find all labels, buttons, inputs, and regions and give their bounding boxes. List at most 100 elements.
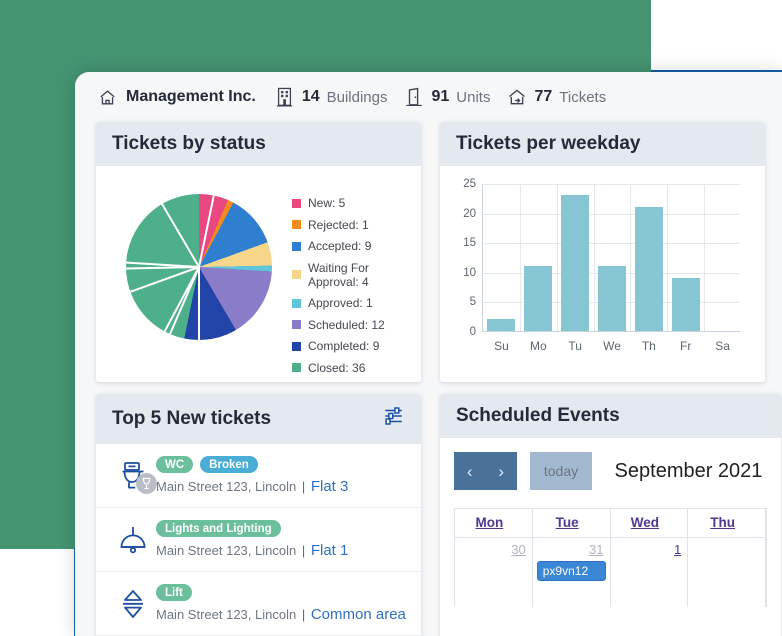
x-axis-tick: Fr: [680, 339, 692, 353]
card-body: 0 5 10 15 20 25 Su Mo Tu We Th Fr Sa: [440, 166, 765, 378]
stat-units[interactable]: 91 Units: [404, 86, 490, 108]
calendar-day-cell[interactable]: 30: [455, 538, 533, 607]
calendar-day-header[interactable]: Mon: [455, 509, 533, 537]
ticket-tag[interactable]: Lights and Lighting: [156, 520, 281, 537]
calendar-header-row: Mon Tue Wed Thu: [455, 509, 766, 537]
ticket-unit[interactable]: Flat 3: [311, 478, 349, 495]
ticket-tag[interactable]: Lift: [156, 584, 192, 601]
card-header: Tickets per weekday: [440, 122, 765, 166]
card-title: Top 5 New tickets: [112, 408, 272, 429]
stat-buildings-label: Buildings: [326, 88, 388, 106]
legend-item[interactable]: Rejected: 1: [292, 218, 413, 232]
bar[interactable]: [598, 265, 626, 331]
ticket-row[interactable]: Lights and Lighting Main Street 123, Lin…: [96, 508, 421, 572]
y-axis-tick: 15: [463, 237, 476, 250]
legend-swatch: [292, 270, 301, 279]
x-axis-tick: Su: [494, 339, 509, 353]
legend-label: New: 5: [308, 196, 346, 210]
door-icon: [404, 86, 424, 108]
card-title: Tickets per weekday: [456, 133, 641, 154]
legend-item[interactable]: Scheduled: 12: [292, 318, 413, 332]
ticket-unit[interactable]: Common area: [311, 606, 406, 623]
calendar-day-number[interactable]: 31: [537, 542, 606, 557]
filter-sliders-icon[interactable]: [383, 405, 405, 433]
legend-item[interactable]: Completed: 9: [292, 339, 413, 353]
y-axis-tick: 25: [463, 178, 476, 190]
calendar-nav-group: ‹ ›: [454, 452, 517, 490]
calendar-body: ‹ › today September 2021 Mon Tue Wed Thu 30…: [440, 438, 781, 607]
legend-label: Waiting For Approval: 4: [308, 260, 369, 289]
ticket-row[interactable]: WC Broken Main Street 123, Lincoln | Flat…: [96, 444, 421, 508]
calendar-day-header[interactable]: Wed: [611, 509, 689, 537]
stat-tickets[interactable]: 77 Tickets: [507, 86, 606, 108]
gridline-vertical: [519, 184, 521, 331]
calendar-day-cell[interactable]: 31 px9vn12: [533, 538, 611, 607]
calendar-prev-button[interactable]: ‹: [467, 463, 473, 480]
brand-name: Management Inc.: [126, 88, 256, 105]
app-panel: Management Inc. 14 Buildings 91 Units 77…: [75, 72, 782, 636]
bar-chart-plot: 0 5 10 15 20 25 Su Mo Tu We Th Fr Sa: [463, 178, 740, 353]
y-axis-tick: 10: [463, 266, 476, 279]
ticket-subtitle: Main Street 123, Lincoln | Flat 3: [156, 478, 409, 495]
bar[interactable]: [561, 194, 590, 331]
background-white-bottomleft: [0, 549, 75, 636]
legend-swatch: [292, 298, 301, 308]
ticket-address: Main Street 123, Lincoln: [156, 479, 297, 494]
legend-item[interactable]: Accepted: 9: [292, 239, 413, 253]
y-axis-tick: 0: [469, 326, 476, 338]
stat-tickets-count: 77: [534, 88, 553, 105]
gridline-vertical: [556, 184, 558, 331]
pie-slice-divider: [198, 195, 215, 268]
stat-tickets-label: Tickets: [559, 88, 607, 106]
bar[interactable]: [671, 277, 700, 331]
pie-slice-divider: [161, 203, 200, 268]
calendar-day-header[interactable]: Tue: [533, 509, 611, 537]
bar[interactable]: [524, 265, 553, 331]
ticket-tag[interactable]: Broken: [200, 456, 258, 473]
legend-item[interactable]: Closed: 36: [292, 361, 413, 375]
x-axis-tick: Th: [641, 339, 656, 353]
glass-icon: [136, 472, 157, 494]
ticket-tag[interactable]: WC: [156, 456, 194, 473]
bar[interactable]: [634, 206, 663, 331]
legend-item[interactable]: New: 5: [292, 196, 413, 210]
calendar-day-number[interactable]: 1: [615, 542, 684, 557]
ticket-unit[interactable]: Flat 1: [311, 542, 349, 559]
calendar-event[interactable]: px9vn12: [536, 561, 606, 581]
stat-buildings[interactable]: 14 Buildings: [275, 86, 388, 108]
legend-item[interactable]: Waiting For Approval: 4: [292, 261, 413, 289]
ticket-address: Main Street 123, Lincoln: [156, 543, 297, 558]
calendar-today-button[interactable]: today: [530, 452, 592, 490]
y-axis-tick: 5: [469, 296, 476, 309]
stat-units-count: 91: [431, 88, 450, 105]
calendar-next-button[interactable]: ›: [498, 463, 504, 480]
tickets-list: WC Broken Main Street 123, Lincoln | Flat…: [96, 444, 421, 636]
calendar-day-number[interactable]: 30: [459, 542, 528, 557]
card-title: Scheduled Events: [456, 405, 620, 426]
pendant-lamp-icon: [110, 524, 156, 556]
card-top-new-tickets: Top 5 New tickets WC Broken Main Street …: [96, 394, 421, 636]
pie-slice-divider: [198, 267, 200, 340]
card-body: New: 5 Rejected: 1 Accepted: 9 Waiting F…: [96, 166, 421, 382]
building-icon: [275, 86, 295, 108]
gridline-horizontal: [483, 213, 740, 215]
calendar-day-header[interactable]: Thu: [688, 509, 766, 537]
legend-swatch: [292, 320, 301, 329]
card-header: Top 5 New tickets: [96, 394, 421, 444]
calendar-day-cell[interactable]: 1: [611, 538, 689, 607]
calendar-toolbar: ‹ › today September 2021: [454, 452, 767, 490]
ticket-tags: Lift: [156, 584, 409, 601]
bar[interactable]: [487, 319, 516, 331]
ticket-subtitle: Main Street 123, Lincoln | Flat 1: [156, 542, 409, 559]
legend-item[interactable]: Approved: 1: [292, 296, 413, 310]
ticket-row[interactable]: Lift Main Street 123, Lincoln | Common a…: [96, 572, 421, 636]
pie-chart-legend: New: 5 Rejected: 1 Accepted: 9 Waiting F…: [292, 196, 413, 382]
ticket-separator: |: [301, 607, 306, 622]
calendar-day-cell[interactable]: [688, 538, 766, 607]
home-icon[interactable]: [97, 86, 117, 108]
ticket-content: Lights and Lighting Main Street 123, Lin…: [156, 520, 409, 559]
legend-label: Closed: 36: [308, 360, 366, 375]
x-axis-tick: We: [603, 339, 621, 353]
ticket-subtitle: Main Street 123, Lincoln | Common area: [156, 606, 409, 623]
ticket-separator: |: [301, 543, 306, 558]
